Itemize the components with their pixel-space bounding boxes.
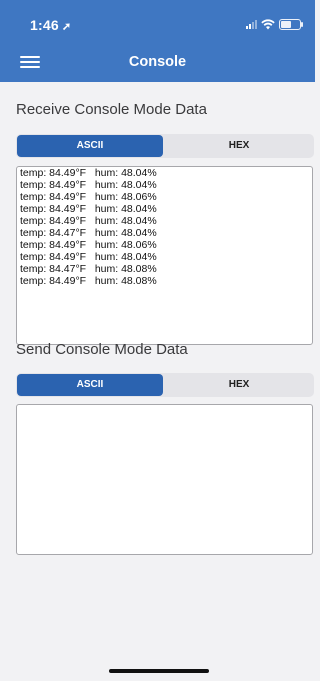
- battery-icon: [279, 18, 303, 30]
- status-icons: [246, 18, 303, 30]
- console-line: temp: 84.47°F hum: 48.08%: [20, 263, 157, 275]
- wifi-icon: [261, 18, 275, 29]
- page-title: Console: [128, 54, 187, 70]
- console-line: temp: 84.49°F hum: 48.04%: [20, 167, 157, 179]
- send-ascii-option[interactable]: ASCII: [17, 374, 163, 396]
- console-line: temp: 84.49°F hum: 48.08%: [20, 275, 157, 287]
- status-time: 1:46 ➚: [30, 17, 71, 33]
- console-line: temp: 84.49°F hum: 48.04%: [20, 179, 157, 191]
- navbar: Console: [0, 44, 315, 82]
- status-bar: 1:46 ➚: [0, 0, 315, 44]
- cellular-signal-icon: [246, 19, 257, 29]
- receive-mode-segmented-control: ASCII HEX: [16, 134, 314, 158]
- receive-hex-option[interactable]: HEX: [165, 135, 313, 157]
- location-arrow-icon: ➚: [61, 21, 72, 33]
- app-header: 1:46 ➚ Console: [0, 0, 315, 82]
- console-line: temp: 84.49°F hum: 48.04%: [20, 251, 157, 263]
- receive-console-output[interactable]: temp: 84.49°F hum: 48.04% temp: 84.49°F …: [16, 166, 313, 345]
- console-line: temp: 84.49°F hum: 48.04%: [20, 203, 157, 215]
- send-mode-segmented-control-visible: ASCII HEX: [16, 373, 314, 397]
- home-indicator: [109, 669, 209, 673]
- receive-lines: temp: 84.49°F hum: 48.04% temp: 84.49°F …: [20, 167, 310, 344]
- send-hex-option[interactable]: HEX: [165, 374, 313, 396]
- console-line: temp: 84.47°F hum: 48.04%: [20, 227, 157, 239]
- receive-section-title: Receive Console Mode Data: [16, 101, 207, 118]
- console-line: temp: 84.49°F hum: 48.06%: [20, 239, 157, 251]
- send-section-title: Send Console Mode Data: [16, 341, 188, 358]
- console-line: temp: 84.49°F hum: 48.06%: [20, 191, 157, 203]
- receive-ascii-option[interactable]: ASCII: [17, 135, 163, 157]
- console-line: temp: 84.49°F hum: 48.04%: [20, 215, 157, 227]
- send-console-input[interactable]: [16, 404, 313, 555]
- status-time-label: 1:46: [30, 17, 59, 33]
